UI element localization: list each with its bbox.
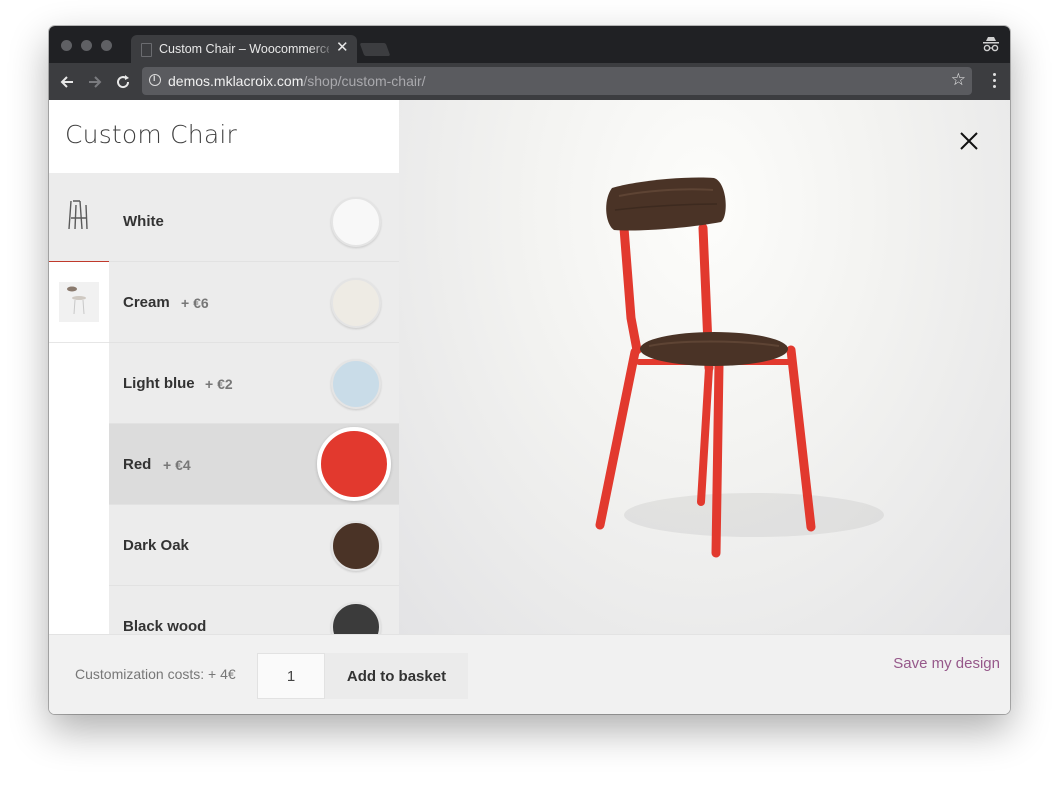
zoom-window-button[interactable] bbox=[101, 40, 112, 51]
back-arrow-icon[interactable] bbox=[58, 73, 76, 91]
color-swatch bbox=[331, 359, 381, 409]
layer-tab-frame[interactable] bbox=[49, 181, 109, 262]
page-favicon-icon bbox=[141, 43, 152, 57]
option-price: + €4 bbox=[163, 457, 191, 473]
browser-toolbar: demos.mklacroix.com/shop/custom-chair/ ☆ bbox=[49, 63, 1010, 100]
option-name: Red bbox=[123, 456, 152, 473]
menu-icon[interactable] bbox=[993, 73, 996, 90]
star-icon[interactable]: ☆ bbox=[951, 70, 966, 90]
quantity-input[interactable] bbox=[257, 653, 325, 699]
divider bbox=[49, 173, 399, 181]
close-window-button[interactable] bbox=[61, 40, 72, 51]
url-text[interactable]: demos.mklacroix.com/shop/custom-chair/ bbox=[168, 73, 426, 89]
customization-cost: Customization costs: + 4€ bbox=[75, 666, 236, 682]
option-price: + €6 bbox=[181, 295, 209, 311]
option-name: Dark Oak bbox=[123, 537, 189, 554]
option-name: Black wood bbox=[123, 618, 207, 634]
browser-tab[interactable]: Custom Chair – Woocommerce ✕ bbox=[131, 35, 357, 63]
customizer-panel: Custom Chair White Cream + €6 Light blue… bbox=[49, 100, 399, 634]
save-design-link[interactable]: Save my design bbox=[893, 655, 1000, 672]
color-swatch-selected bbox=[317, 427, 391, 501]
tab-title: Custom Chair – Woocommerce bbox=[159, 42, 329, 56]
chair-thumbnail-icon bbox=[59, 282, 99, 322]
option-white[interactable]: White bbox=[109, 181, 399, 262]
option-price: + €2 bbox=[205, 376, 233, 392]
option-light-blue[interactable]: Light blue + €2 bbox=[109, 343, 399, 424]
color-swatch bbox=[331, 278, 381, 328]
browser-window: Custom Chair – Woocommerce ✕ demos. bbox=[49, 26, 1010, 714]
product-preview bbox=[399, 100, 1010, 634]
new-tab-button[interactable] bbox=[359, 43, 391, 56]
option-cream[interactable]: Cream + €6 bbox=[109, 262, 399, 343]
color-swatch bbox=[331, 197, 381, 247]
option-name: Cream bbox=[123, 294, 170, 311]
chair-image bbox=[595, 177, 884, 558]
option-name: Light blue bbox=[123, 375, 195, 392]
color-swatch bbox=[331, 521, 381, 571]
minimize-window-button[interactable] bbox=[81, 40, 92, 51]
address-bar[interactable]: demos.mklacroix.com/shop/custom-chair/ ☆ bbox=[142, 67, 972, 95]
info-icon[interactable] bbox=[149, 73, 161, 86]
incognito-icon bbox=[983, 37, 999, 52]
layer-tab-wood[interactable] bbox=[49, 262, 109, 343]
chair-frame-icon bbox=[68, 200, 88, 230]
title-bar: Custom Chair – Woocommerce ✕ bbox=[49, 26, 1010, 63]
option-list: White Cream + €6 Light blue + €2 Red + €… bbox=[109, 181, 399, 634]
product-title: Custom Chair bbox=[65, 120, 237, 149]
color-swatch bbox=[331, 602, 381, 634]
option-dark-oak[interactable]: Dark Oak bbox=[109, 505, 399, 586]
footer-bar: Customization costs: + 4€ Add to basket … bbox=[49, 634, 1010, 714]
add-to-basket-button[interactable]: Add to basket bbox=[325, 653, 468, 699]
reload-icon[interactable] bbox=[114, 73, 132, 91]
option-red[interactable]: Red + €4 bbox=[109, 424, 399, 505]
layer-tabs bbox=[49, 181, 109, 634]
forward-arrow-icon[interactable] bbox=[86, 73, 104, 91]
tab-close-icon[interactable]: ✕ bbox=[336, 40, 349, 56]
option-black-wood[interactable]: Black wood bbox=[109, 586, 399, 634]
page-content: Custom Chair White Cream + €6 Light blue… bbox=[49, 100, 1010, 714]
option-name: White bbox=[123, 213, 164, 230]
